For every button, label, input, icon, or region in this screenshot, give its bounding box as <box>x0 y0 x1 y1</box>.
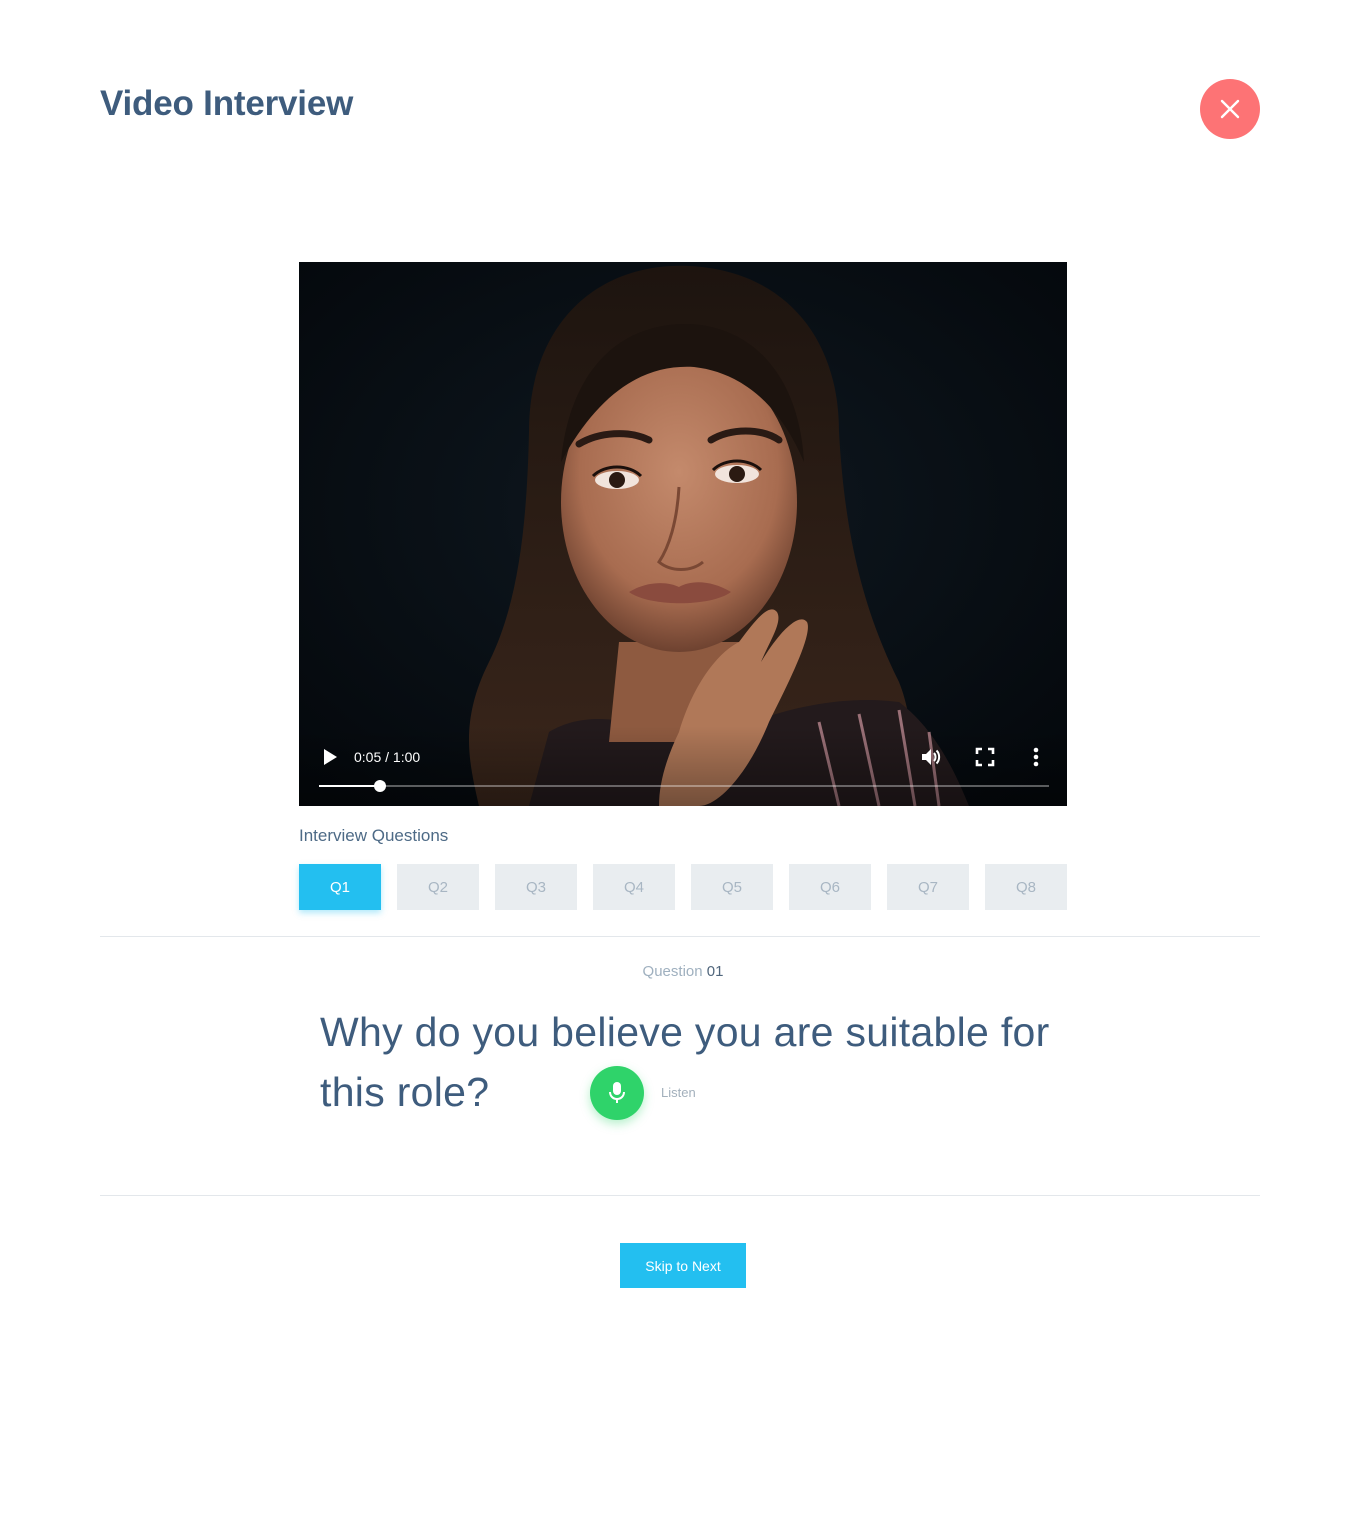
microphone-icon <box>609 1082 625 1103</box>
tab-q8[interactable]: Q8 <box>985 864 1067 910</box>
video-controls: 0:05 / 1:00 <box>299 726 1067 806</box>
fullscreen-button[interactable] <box>973 745 997 769</box>
video-frame-portrait <box>299 262 1067 806</box>
video-player[interactable]: 0:05 / 1:00 <box>299 262 1067 806</box>
play-button[interactable] <box>319 746 341 768</box>
tab-q1[interactable]: Q1 <box>299 864 381 910</box>
volume-button[interactable] <box>919 745 943 769</box>
tab-q2[interactable]: Q2 <box>397 864 479 910</box>
divider-top <box>100 936 1260 937</box>
page-title: Video Interview <box>100 84 354 123</box>
video-timeline[interactable] <box>319 780 1049 792</box>
tab-q3[interactable]: Q3 <box>495 864 577 910</box>
question-number-label: Question <box>642 963 703 980</box>
timeline-progress <box>319 785 380 787</box>
interview-questions-label: Interview Questions <box>299 826 449 845</box>
more-options-button[interactable] <box>1024 745 1048 769</box>
more-vert-icon <box>1033 747 1039 767</box>
question-tabs: Q1 Q2 Q3 Q4 Q5 Q6 Q7 Q8 <box>299 864 1067 910</box>
tab-q4[interactable]: Q4 <box>593 864 675 910</box>
timeline-scrubber[interactable] <box>373 780 386 792</box>
video-interview-page: Video Interview 0:05 / 1:00 Interview Qu… <box>0 0 1366 1517</box>
tab-q7[interactable]: Q7 <box>887 864 969 910</box>
fullscreen-icon <box>975 747 995 767</box>
skip-to-next-button[interactable]: Skip to Next <box>620 1243 746 1288</box>
question-number-value: 01 <box>706 963 724 980</box>
play-icon <box>324 749 337 765</box>
time-display: 0:05 / 1:00 <box>354 749 421 765</box>
question-number: Question 01 <box>0 962 1366 982</box>
listen-label: Listen <box>661 1085 696 1100</box>
divider-bottom <box>100 1195 1260 1196</box>
tab-q5[interactable]: Q5 <box>691 864 773 910</box>
volume-icon <box>922 749 941 765</box>
close-button[interactable] <box>1200 79 1260 139</box>
question-text: Why do you believe you are suitable for … <box>320 1009 1050 1115</box>
listen-button[interactable] <box>590 1066 644 1120</box>
tab-q6[interactable]: Q6 <box>789 864 871 910</box>
close-icon <box>1220 99 1240 119</box>
